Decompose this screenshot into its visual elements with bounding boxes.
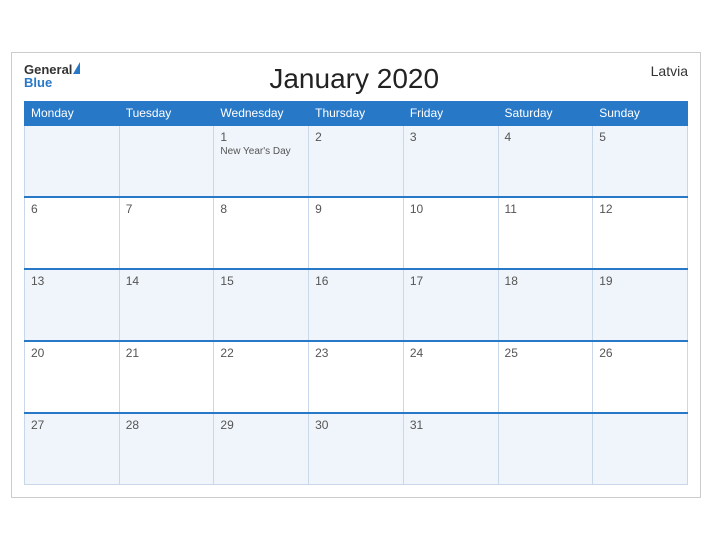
day-number: 24 xyxy=(410,346,492,360)
calendar-cell: 17 xyxy=(403,269,498,341)
calendar-header: General Blue January 2020 Latvia xyxy=(24,63,688,95)
calendar-week-row: 20 21 22 23 24 25 26 xyxy=(25,341,688,413)
day-number: 13 xyxy=(31,274,113,288)
calendar-cell: 22 xyxy=(214,341,309,413)
day-number: 23 xyxy=(315,346,397,360)
day-number: 12 xyxy=(599,202,681,216)
header-monday: Monday xyxy=(25,101,120,125)
day-number: 28 xyxy=(126,418,208,432)
calendar-cell: 25 xyxy=(498,341,593,413)
header-tuesday: Tuesday xyxy=(119,101,214,125)
calendar-cell xyxy=(25,125,120,197)
calendar-cell: 26 xyxy=(593,341,688,413)
calendar-cell: 10 xyxy=(403,197,498,269)
day-number: 5 xyxy=(599,130,681,144)
calendar-week-row: 13 14 15 16 17 18 19 xyxy=(25,269,688,341)
logo: General Blue xyxy=(24,63,80,89)
day-number: 16 xyxy=(315,274,397,288)
calendar-cell: 6 xyxy=(25,197,120,269)
calendar-cell: 7 xyxy=(119,197,214,269)
calendar-cell: 27 xyxy=(25,413,120,485)
day-number: 31 xyxy=(410,418,492,432)
day-number: 9 xyxy=(315,202,397,216)
day-number: 20 xyxy=(31,346,113,360)
day-number: 10 xyxy=(410,202,492,216)
calendar-cell: 30 xyxy=(309,413,404,485)
calendar-cell: 5 xyxy=(593,125,688,197)
day-number: 18 xyxy=(505,274,587,288)
calendar-cell: 20 xyxy=(25,341,120,413)
calendar-week-row: 27 28 29 30 31 xyxy=(25,413,688,485)
day-number: 4 xyxy=(505,130,587,144)
calendar-cell: 29 xyxy=(214,413,309,485)
calendar-cell: 2 xyxy=(309,125,404,197)
day-number: 19 xyxy=(599,274,681,288)
day-number: 15 xyxy=(220,274,302,288)
day-number: 30 xyxy=(315,418,397,432)
day-number: 25 xyxy=(505,346,587,360)
calendar-cell: 1 New Year's Day xyxy=(214,125,309,197)
calendar: General Blue January 2020 Latvia Monday … xyxy=(11,52,701,499)
calendar-cell xyxy=(498,413,593,485)
logo-blue: Blue xyxy=(24,76,52,89)
day-number: 26 xyxy=(599,346,681,360)
calendar-cell: 31 xyxy=(403,413,498,485)
day-number: 21 xyxy=(126,346,208,360)
calendar-week-row: 6789 10 11 12 xyxy=(25,197,688,269)
calendar-cell xyxy=(119,125,214,197)
calendar-cell: 3 xyxy=(403,125,498,197)
day-number: 22 xyxy=(220,346,302,360)
logo-general: General xyxy=(24,63,72,76)
calendar-cell xyxy=(593,413,688,485)
header-friday: Friday xyxy=(403,101,498,125)
logo-triangle-icon xyxy=(73,62,80,74)
header-saturday: Saturday xyxy=(498,101,593,125)
day-number: 11 xyxy=(505,202,587,216)
day-number: 27 xyxy=(31,418,113,432)
day-number: 3 xyxy=(410,130,492,144)
calendar-cell: 12 xyxy=(593,197,688,269)
header-thursday: Thursday xyxy=(309,101,404,125)
day-number: 14 xyxy=(126,274,208,288)
calendar-cell: 28 xyxy=(119,413,214,485)
calendar-cell: 11 xyxy=(498,197,593,269)
calendar-cell: 19 xyxy=(593,269,688,341)
calendar-cell: 18 xyxy=(498,269,593,341)
day-number: 6 xyxy=(31,202,113,216)
calendar-cell: 21 xyxy=(119,341,214,413)
day-number: 7 xyxy=(126,202,208,216)
country-label: Latvia xyxy=(628,63,688,79)
day-number: 17 xyxy=(410,274,492,288)
calendar-cell: 23 xyxy=(309,341,404,413)
day-number: 2 xyxy=(315,130,397,144)
day-number: 1 xyxy=(220,130,302,144)
calendar-cell: 13 xyxy=(25,269,120,341)
calendar-cell: 14 xyxy=(119,269,214,341)
calendar-cell: 16 xyxy=(309,269,404,341)
calendar-table: Monday Tuesday Wednesday Thursday Friday… xyxy=(24,101,688,486)
calendar-week-row: 1 New Year's Day 2345 xyxy=(25,125,688,197)
calendar-cell: 4 xyxy=(498,125,593,197)
header-sunday: Sunday xyxy=(593,101,688,125)
day-number: 8 xyxy=(220,202,302,216)
calendar-cell: 24 xyxy=(403,341,498,413)
holiday-label: New Year's Day xyxy=(220,146,302,157)
weekday-header-row: Monday Tuesday Wednesday Thursday Friday… xyxy=(25,101,688,125)
calendar-title: January 2020 xyxy=(80,63,628,95)
calendar-cell: 15 xyxy=(214,269,309,341)
calendar-cell: 8 xyxy=(214,197,309,269)
header-wednesday: Wednesday xyxy=(214,101,309,125)
calendar-cell: 9 xyxy=(309,197,404,269)
day-number: 29 xyxy=(220,418,302,432)
